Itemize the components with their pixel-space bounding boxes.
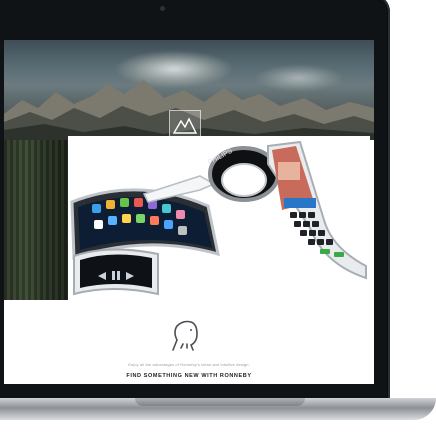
brand-section: Enjoy all the advantages of Ronneby's cl… — [4, 318, 374, 384]
product-image: PHILIPS — [68, 136, 370, 301]
camera-icon — [160, 6, 165, 11]
cta-heading[interactable]: FIND SOMETHING NEW WITH RONNEBY — [4, 373, 374, 379]
flexible-devices-illustration: PHILIPS — [70, 140, 367, 296]
hero-banner — [4, 40, 374, 140]
laptop-screen: PHILIPS Enjoy all the advantages of Ronn… — [4, 40, 374, 384]
bear-icon[interactable] — [169, 318, 201, 354]
laptop-base-notch — [135, 398, 305, 406]
forest-image — [4, 140, 68, 300]
tagline-text: Enjoy all the advantages of Ronneby's cl… — [128, 362, 250, 367]
